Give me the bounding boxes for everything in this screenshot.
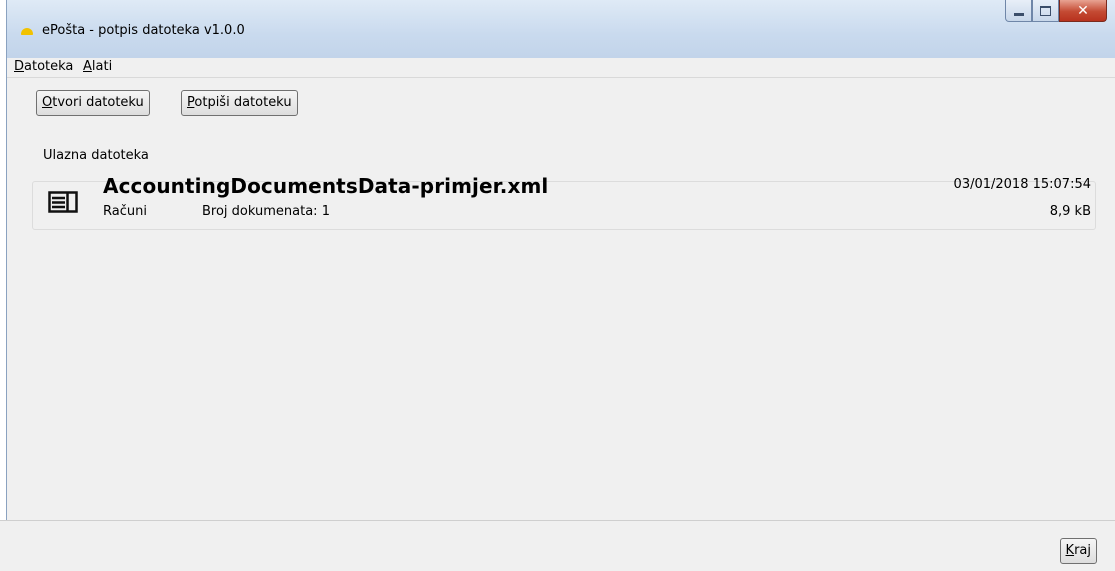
- close-icon: ✕: [1077, 2, 1089, 19]
- menu-alati[interactable]: Alati: [83, 59, 112, 74]
- toolbar: Otvori datoteku Potpiši datoteku: [7, 80, 1115, 124]
- sign-file-label: otpiši datoteku: [194, 95, 292, 110]
- menu-datoteka[interactable]: Datoteka: [14, 59, 73, 74]
- exit-accel: K: [1065, 543, 1075, 558]
- file-name: AccountingDocumentsData-primjer.xml: [103, 174, 549, 198]
- open-file-button[interactable]: Otvori datoteku: [36, 90, 150, 116]
- minimize-button[interactable]: [1005, 0, 1032, 22]
- open-file-accel: O: [42, 95, 53, 110]
- document-count: Broj dokumenata: 1: [202, 204, 330, 219]
- document-list-icon: [48, 191, 78, 213]
- sign-file-button[interactable]: Potpiši datoteku: [181, 90, 298, 116]
- file-date: 03/01/2018 15:07:54: [953, 177, 1091, 192]
- bottom-bar: Kraj: [0, 520, 1115, 571]
- minimize-icon: [1013, 13, 1024, 16]
- exit-label: raj: [1074, 543, 1091, 558]
- maximize-icon: [1040, 5, 1051, 16]
- exit-button[interactable]: Kraj: [1059, 538, 1097, 564]
- menu-alati-accel: A: [83, 59, 92, 74]
- window-title: ePošta - potpis datoteka v1.0.0: [42, 23, 245, 38]
- file-size: 8,9 kB: [1049, 204, 1091, 219]
- file-type: Računi: [103, 204, 147, 219]
- menu-alati-label: lati: [91, 59, 113, 74]
- app-icon: [21, 28, 33, 35]
- title-bar[interactable]: ePošta - potpis datoteka v1.0.0 ✕: [7, 0, 1115, 58]
- menu-datoteka-accel: D: [14, 59, 25, 74]
- close-button[interactable]: ✕: [1059, 0, 1107, 22]
- open-file-label: tvori datoteku: [52, 95, 144, 110]
- maximize-button[interactable]: [1032, 0, 1059, 22]
- app-window: ePošta - potpis datoteka v1.0.0 ✕ Datote…: [6, 0, 1115, 570]
- menu-bar: Datoteka Alati: [7, 58, 1115, 78]
- window-controls: ✕: [1005, 0, 1107, 26]
- menu-datoteka-label: atoteka: [24, 59, 74, 74]
- input-file-group-label: Ulazna datoteka: [41, 148, 151, 163]
